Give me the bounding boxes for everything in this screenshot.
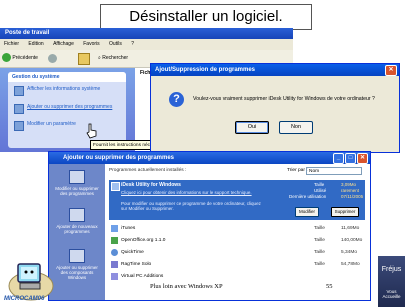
close-icon[interactable]: ✕ [357,153,368,164]
list-item[interactable]: OpenOffice.org 1.1.0 Taille 140,00Mo [109,236,365,245]
task-label: Ajouter ou supprimer des programmes [27,104,113,110]
size-label: Taille [314,238,325,243]
page-number: 55 [326,283,333,290]
last-used-value: 07/11/2005 [341,194,364,199]
program-name: OpenOffice.org 1.1.0 [121,238,166,243]
add-remove-window: Ajouter ou supprimer des programmes _ □ … [48,151,371,301]
list-item[interactable]: iTunes Taille 11,69Mo [109,224,365,233]
size-label: Taille [314,250,325,255]
task-add-remove-programs[interactable]: Ajouter ou supprimer des programmes [14,104,114,114]
program-name: QuickTime [121,250,144,255]
nav-add-new[interactable]: Ajouter de nouveaux programmes [55,208,99,234]
program-name: Virtual PC Additions [121,274,164,279]
last-used-label: Dernière utilisation [289,194,327,199]
menu-affichage[interactable]: Affichage [53,41,74,47]
minimize-icon[interactable]: _ [333,153,344,164]
list-item[interactable]: Virtual PC Additions [109,272,365,281]
menu-help[interactable]: ? [131,41,134,47]
hand-cursor-icon [86,123,97,139]
nav-label: Ajouter de nouveaux programmes [56,224,98,234]
confirm-dialog: Ajout/Suppression de programmes ✕ ? Voul… [150,63,400,153]
task-modify-setting[interactable]: Modifier un paramètre [14,121,114,131]
search-button[interactable]: ⌕ Rechercher [98,50,128,67]
control-panel-icon [14,121,24,131]
search-icon: ⌕ [98,55,101,61]
nav-label: Modifier ou supprimer des programmes [55,186,99,196]
nav-change-remove[interactable]: Modifier ou supprimer des programmes [55,170,99,196]
virtual-pc-icon [111,273,118,280]
arp-titlebar: Ajouter ou supprimer des programmes _ □ … [49,152,370,164]
remove-button[interactable]: Supprimer [331,207,359,217]
program-name: iTunes [121,226,136,231]
brand-subtitle: Vous Accueille [382,289,401,299]
arp-title: Ajouter ou supprimer des programmes [63,155,175,161]
program-icon [111,182,120,191]
size-value: 3,09Mo [341,182,357,187]
ragtime-icon [111,261,118,268]
question-icon: ? [169,92,184,107]
arp-nav: Modifier ou supprimer des programmes Ajo… [49,164,105,300]
back-button[interactable]: Précédente [2,50,38,67]
instructions-text: Pour modifier ou supprimer ce programme … [121,201,261,211]
task-system-info[interactable]: Afficher les informations système [14,86,114,96]
installed-header: Programmes actuellement installés : [109,168,187,173]
no-button[interactable]: Non [279,121,313,134]
used-value: rarement [341,188,360,193]
cd-icon [69,208,85,222]
programs-icon [69,170,85,184]
dialog-title: Ajout/Suppression de programmes [155,67,256,73]
up-folder-icon[interactable] [78,53,90,65]
maximize-icon[interactable]: □ [345,153,356,164]
arp-content: Programmes actuellement installés : Trie… [107,166,369,300]
panel-title: Gestion du système [8,72,126,82]
forward-button[interactable] [48,54,57,63]
support-link[interactable]: Cliquez ici pour obtenir des information… [121,190,252,195]
list-item[interactable]: RagTime Solo Taille 54,78Mo [109,260,365,269]
back-label: Précédente [12,55,38,61]
size-value: 5,34Mo [341,250,357,255]
programs-icon [14,104,24,114]
used-label: Utilisé [314,188,327,193]
menu-fichier[interactable]: Fichier [4,41,19,47]
dialog-message: Voulez-vous vraiment supprimer iDesk Uti… [193,96,375,102]
footer-text: Plus loin avec Windows XP [150,283,223,290]
back-arrow-icon [2,53,11,63]
slide-title: Désinstaller un logiciel. [100,4,312,30]
itunes-icon [111,225,118,232]
yes-button[interactable]: Oui [235,121,269,134]
nav-windows-components[interactable]: Ajouter ou supprimer des composants Wind… [55,249,99,280]
sort-label: Trier par : [287,168,308,173]
modify-button[interactable]: Modifier [295,207,319,217]
menu-edition[interactable]: Edition [28,41,43,47]
close-icon[interactable]: ✕ [385,65,397,76]
size-value: 54,78Mo [341,262,360,267]
size-label: Taille [314,182,325,187]
size-value: 11,69Mo [341,226,360,231]
windows-components-icon [69,249,85,263]
program-name: RagTime Solo [121,262,152,267]
search-label: Rechercher [102,55,129,61]
explorer-title: Poste de travail [0,28,293,39]
size-label: Taille [314,262,325,267]
selected-program[interactable]: iDesk Utility for Windows Cliquez ici po… [109,180,365,220]
task-label: Afficher les informations système [27,86,101,92]
size-label: Taille [314,226,325,231]
menu-favoris[interactable]: Favoris [83,41,99,47]
nav-label: Ajouter ou supprimer des composants Wind… [56,265,98,280]
task-label: Modifier un paramètre [27,121,76,127]
menu-outils[interactable]: Outils [109,41,122,47]
openoffice-icon [111,237,118,244]
brand-name: Fréjus [381,266,402,273]
program-name: iDesk Utility for Windows [121,182,181,188]
frejus-banner: Fréjus Vous Accueille [378,256,405,307]
size-value: 140,00Mo [341,238,363,243]
quicktime-icon [111,249,118,256]
info-icon [14,86,24,96]
sort-select[interactable]: Nom [306,167,362,175]
list-item[interactable]: QuickTime Taille 5,34Mo [109,248,365,257]
explorer-menubar: Fichier Edition Affichage Favoris Outils… [0,39,293,50]
dialog-titlebar: Ajout/Suppression de programmes ✕ [151,64,399,76]
logo-text: MICROCAM06 [4,296,45,302]
